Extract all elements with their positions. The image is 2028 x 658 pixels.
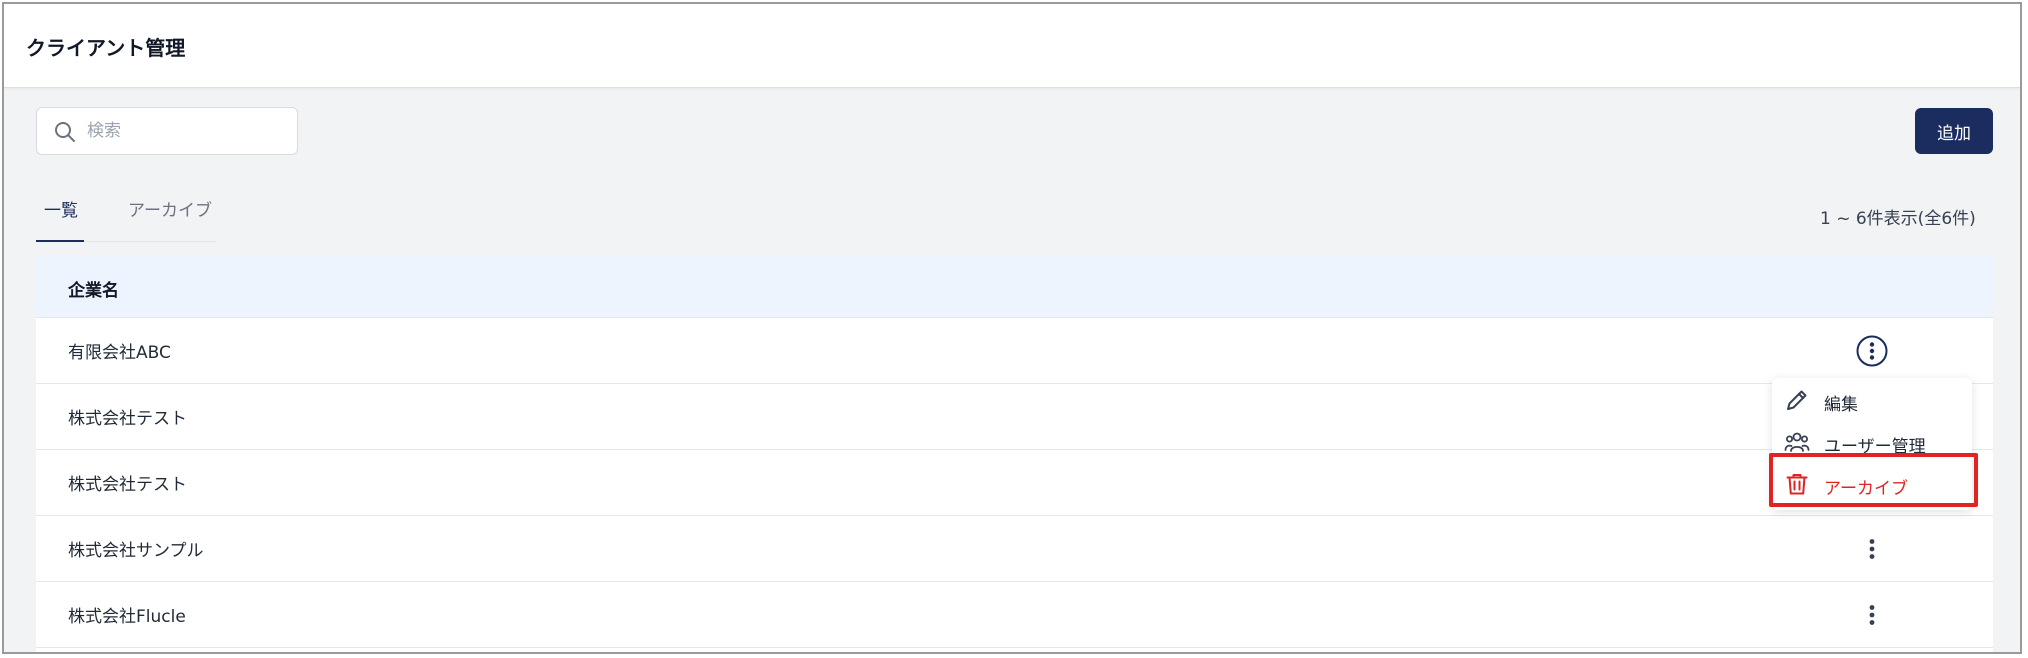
more-options-icon[interactable] [1856, 533, 1888, 565]
pencil-icon [1787, 390, 1807, 410]
table-row[interactable]: 株式会社テスト [36, 450, 1993, 516]
row-action-menu: 編集 ユーザー管理 アーカイブ [1772, 378, 1972, 510]
add-button[interactable]: 追加 [1915, 108, 1993, 154]
trash-icon [1786, 474, 1808, 495]
search-box[interactable] [36, 107, 298, 155]
menu-item-edit[interactable]: 編集 [1772, 380, 1972, 420]
table-header: 企業名 [36, 256, 1993, 318]
menu-item-label: 編集 [1824, 395, 1858, 415]
table-row[interactable]: 株式会社Flucle [36, 582, 1993, 648]
tab-divider [84, 241, 216, 242]
company-name: 株式会社サンプル [68, 541, 204, 561]
search-input[interactable] [87, 116, 287, 146]
table-row[interactable]: 有限会社ABC [36, 318, 1993, 384]
table-row[interactable]: 株式会社サンプル [36, 516, 1993, 582]
result-count: 1 ~ 6件表示(全6件) [1820, 209, 1976, 229]
page-header: クライアント管理 [4, 4, 2020, 88]
more-options-icon[interactable] [1856, 335, 1888, 367]
page-title: クライアント管理 [26, 36, 186, 60]
tab-bar: 一覧 アーカイブ [36, 190, 216, 242]
client-table: 企業名 有限会社ABC 株式会社テスト 株式会社テスト 株式会社サンプル 株式会… [36, 256, 1993, 652]
company-name: 株式会社Flucle [68, 607, 186, 627]
menu-item-archive[interactable]: アーカイブ [1772, 464, 1972, 504]
app-window: クライアント管理 追加 一覧 アーカイブ 1 ~ 6件表示(全6件) 企業名 有… [2, 2, 2022, 654]
menu-item-label: ユーザー管理 [1824, 437, 1926, 457]
users-icon [1784, 432, 1810, 452]
more-options-icon[interactable] [1856, 599, 1888, 631]
table-row[interactable]: 株式会社テスト [36, 384, 1993, 450]
tab-list[interactable]: 一覧 [44, 196, 78, 221]
search-icon [55, 122, 75, 142]
menu-item-label: アーカイブ [1824, 479, 1908, 499]
tab-archive[interactable]: アーカイブ [128, 196, 212, 221]
active-tab-indicator [36, 240, 84, 242]
company-name: 株式会社テスト [68, 475, 187, 495]
company-name: 株式会社テスト [68, 409, 187, 429]
column-header-company[interactable]: 企業名 [68, 276, 119, 301]
menu-item-user-management[interactable]: ユーザー管理 [1772, 422, 1972, 462]
company-name: 有限会社ABC [68, 343, 171, 363]
